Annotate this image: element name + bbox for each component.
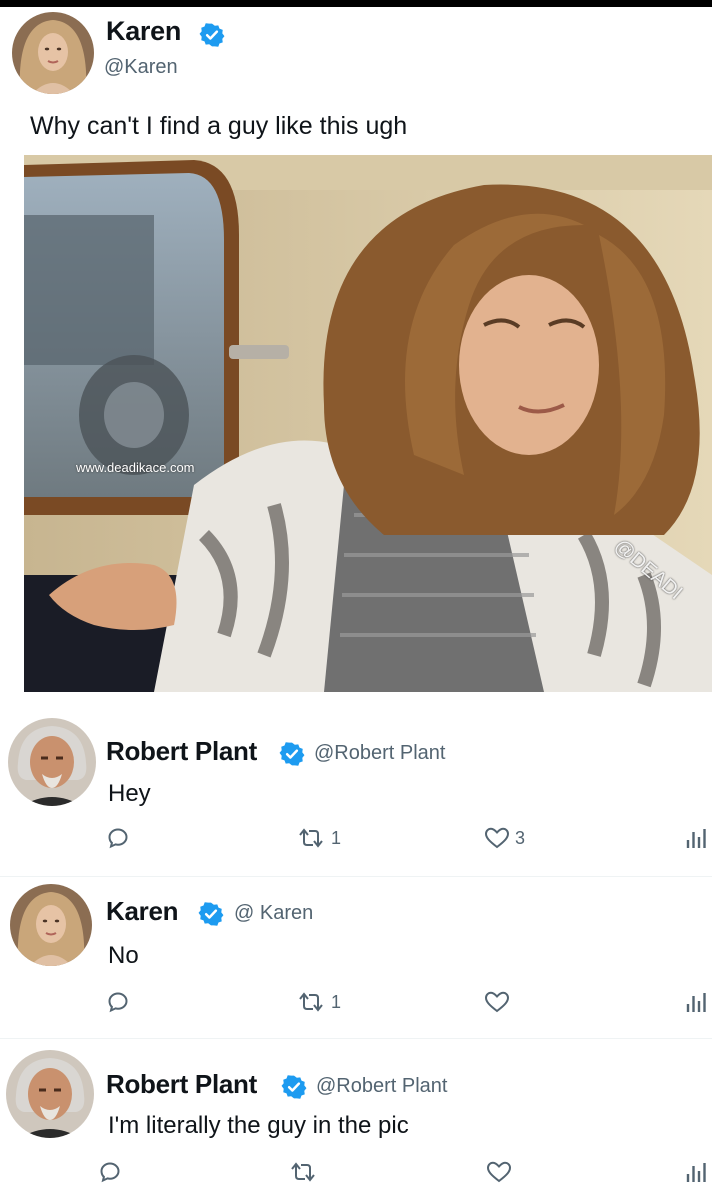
reply-author-handle[interactable]: @ Karen (234, 902, 313, 925)
reply-button[interactable] (98, 1160, 122, 1184)
author-name[interactable]: Karen (106, 16, 181, 47)
reply-button[interactable] (106, 990, 130, 1014)
retweet-button[interactable]: 1 (296, 990, 341, 1014)
retweet-icon (299, 992, 323, 1012)
like-button[interactable]: 3 (484, 826, 525, 850)
analytics-icon (686, 829, 706, 848)
reply-text: I'm literally the guy in the pic (108, 1112, 409, 1139)
verified-badge-icon (281, 1074, 307, 1100)
reply-text: Hey (108, 780, 151, 807)
reply-button[interactable] (106, 826, 130, 850)
views-button[interactable] (686, 1160, 708, 1184)
tweet-text: Why can't I find a guy like this ugh (30, 112, 408, 140)
retweet-button[interactable]: 1 (296, 826, 341, 850)
robert-plant-avatar[interactable] (6, 1050, 94, 1138)
reply-author-name[interactable]: Robert Plant (106, 736, 257, 767)
analytics-icon (686, 1163, 706, 1182)
analytics-icon (686, 993, 706, 1012)
like-count: 3 (515, 827, 526, 848)
heart-icon (484, 827, 510, 849)
retweet-button[interactable] (288, 1160, 323, 1184)
reply-text: No (108, 942, 139, 969)
views-button[interactable] (686, 826, 708, 850)
retweet-count: 1 (331, 991, 342, 1012)
retweet-count: 1 (331, 827, 342, 848)
watermark-url: www.deadikace.com (76, 460, 195, 475)
verified-badge-icon (198, 901, 224, 927)
reply-author-name[interactable]: Karen (106, 896, 179, 927)
reply-icon (100, 1162, 120, 1183)
author-handle[interactable]: @Karen (104, 56, 178, 79)
reply-author-name[interactable]: Robert Plant (106, 1069, 257, 1100)
verified-badge-icon (279, 741, 305, 767)
tweet-photo[interactable]: www.deadikace.com @DEADI (24, 155, 712, 692)
divider (0, 1038, 712, 1039)
heart-icon (486, 1161, 512, 1183)
divider (0, 876, 712, 877)
reply-author-handle[interactable]: @Robert Plant (316, 1075, 447, 1098)
karen-avatar[interactable] (12, 12, 94, 94)
retweet-icon (291, 1162, 315, 1182)
reply-author-handle[interactable]: @Robert Plant (314, 742, 445, 765)
like-button[interactable] (486, 1160, 517, 1184)
verified-badge-icon (199, 22, 225, 48)
reply-icon (108, 992, 128, 1013)
karen-avatar[interactable] (10, 884, 92, 966)
robert-plant-avatar[interactable] (8, 718, 96, 806)
views-button[interactable] (686, 990, 708, 1014)
like-button[interactable] (484, 990, 515, 1014)
retweet-icon (299, 828, 323, 848)
top-edge-bar (0, 0, 712, 7)
reply-icon (108, 828, 128, 849)
heart-icon (484, 991, 510, 1013)
